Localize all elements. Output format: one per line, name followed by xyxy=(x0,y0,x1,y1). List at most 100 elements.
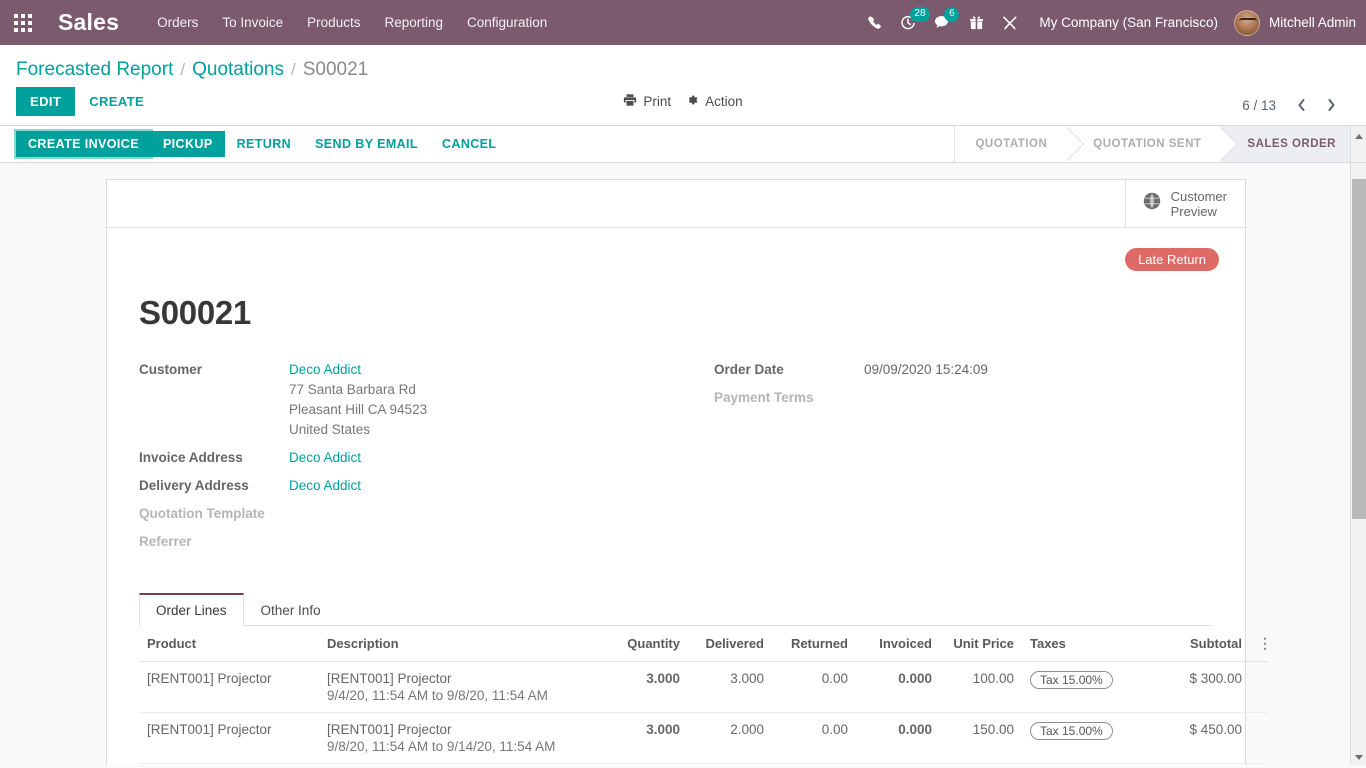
vertical-scrollbar[interactable] xyxy=(1350,163,1366,765)
messages-icon[interactable]: 6 xyxy=(925,0,959,45)
field-delivery-address-value: Deco Addict xyxy=(289,476,361,496)
cell-taxes: Tax 15.00% xyxy=(1022,713,1152,764)
pager-next-button[interactable] xyxy=(1318,92,1344,118)
field-referrer: Referrer xyxy=(139,532,676,552)
stage-quotation[interactable]: QUOTATION xyxy=(954,126,1067,162)
cell-quantity: 3.000 xyxy=(604,713,688,764)
activity-clock-icon[interactable]: 28 xyxy=(891,0,925,45)
menu-reporting[interactable]: Reporting xyxy=(372,0,455,45)
breadcrumb-separator-1: / xyxy=(180,60,185,80)
user-menu[interactable]: Mitchell Admin xyxy=(1230,10,1356,36)
create-button[interactable]: CREATE xyxy=(75,87,158,116)
field-invoice-address-value: Deco Addict xyxy=(289,448,361,468)
menu-to-invoice[interactable]: To Invoice xyxy=(210,0,295,45)
cell-invoiced: 0.000 xyxy=(856,662,940,713)
field-order-date: Order Date 09/09/2020 15:24:09 xyxy=(714,360,1213,380)
cell-optional xyxy=(1250,764,1268,766)
customer-preview-button[interactable]: Customer Preview xyxy=(1125,180,1245,227)
cell-product: [FURN_7777] Office Chair xyxy=(139,764,319,766)
apps-grid-icon xyxy=(14,14,32,32)
stage-quotation-sent[interactable]: QUOTATION SENT xyxy=(1067,126,1221,162)
tools-icon[interactable] xyxy=(993,0,1027,45)
pager-previous-button[interactable] xyxy=(1288,92,1314,118)
field-referrer-label: Referrer xyxy=(139,532,289,552)
menu-orders[interactable]: Orders xyxy=(145,0,210,45)
workflow-buttons: CREATE INVOICE PICKUP RETURN SEND BY EMA… xyxy=(0,126,508,162)
field-invoice-address-label: Invoice Address xyxy=(139,448,289,468)
apps-menu-toggle[interactable] xyxy=(0,0,46,45)
stage-sales-order[interactable]: SALES ORDER xyxy=(1221,126,1366,162)
breadcrumb-current: S00021 xyxy=(303,59,369,81)
column-header-invoiced[interactable]: Invoiced xyxy=(856,626,940,662)
form-groups: Customer Deco Addict 77 Santa Barbara Rd… xyxy=(139,360,1213,560)
delivery-address-link[interactable]: Deco Addict xyxy=(289,478,361,493)
cell-returned: 0.00 xyxy=(772,662,856,713)
cell-delivered: 2.000 xyxy=(688,713,772,764)
pager: 6 / 13 xyxy=(1242,92,1344,118)
cell-product: [RENT001] Projector xyxy=(139,662,319,713)
column-header-taxes[interactable]: Taxes xyxy=(1022,626,1152,662)
column-header-returned[interactable]: Returned xyxy=(772,626,856,662)
action-button[interactable]: Action xyxy=(685,93,743,110)
app-brand-sales[interactable]: Sales xyxy=(58,9,119,36)
edit-button[interactable]: EDIT xyxy=(16,87,75,116)
control-panel: Forecasted Report / Quotations / S00021 … xyxy=(0,45,1366,126)
print-button[interactable]: Print xyxy=(623,93,671,110)
cell-product: [RENT001] Projector xyxy=(139,713,319,764)
menu-configuration[interactable]: Configuration xyxy=(455,0,559,45)
optional-columns-icon[interactable]: ⋮ xyxy=(1250,626,1268,662)
table-row[interactable]: [RENT001] Projector [RENT001] Projector … xyxy=(139,713,1268,764)
pickup-button[interactable]: PICKUP xyxy=(151,131,225,157)
messages-badge-count: 6 xyxy=(944,7,959,22)
cell-subtotal: $ 140.00 xyxy=(1152,764,1250,766)
cancel-button[interactable]: CANCEL xyxy=(430,131,508,157)
scrollbar-thumb[interactable] xyxy=(1352,179,1366,519)
gift-icon[interactable] xyxy=(959,0,993,45)
field-customer: Customer Deco Addict 77 Santa Barbara Rd… xyxy=(139,360,676,440)
status-bar: CREATE INVOICE PICKUP RETURN SEND BY EMA… xyxy=(0,126,1366,163)
create-invoice-button[interactable]: CREATE INVOICE xyxy=(16,131,151,157)
tab-other-info[interactable]: Other Info xyxy=(244,593,338,626)
return-button[interactable]: RETURN xyxy=(225,131,303,157)
table-row[interactable]: [FURN_7777] Office Chair [FURN_7777] Off… xyxy=(139,764,1268,766)
breadcrumb-quotations[interactable]: Quotations xyxy=(192,59,284,81)
tax-badge: Tax 15.00% xyxy=(1030,671,1113,689)
sheet-background: Customer Preview Late Return S00021 Cust… xyxy=(0,163,1366,765)
column-header-unit-price[interactable]: Unit Price xyxy=(940,626,1022,662)
order-lines-table: Product Description Quantity Delivered R… xyxy=(139,626,1268,765)
action-label: Action xyxy=(705,94,743,109)
cell-quantity: 3.000 xyxy=(604,662,688,713)
cell-description-main: [RENT001] Projector xyxy=(327,671,596,686)
scroll-down-arrow[interactable] xyxy=(1351,749,1366,765)
column-header-quantity[interactable]: Quantity xyxy=(604,626,688,662)
cell-optional xyxy=(1250,713,1268,764)
printer-icon xyxy=(623,93,637,110)
menu-products[interactable]: Products xyxy=(295,0,372,45)
tab-order-lines[interactable]: Order Lines xyxy=(139,593,244,626)
scrollbar-top-stub xyxy=(1350,126,1366,162)
field-order-date-value[interactable]: 09/09/2020 15:24:09 xyxy=(864,360,988,380)
column-header-description[interactable]: Description xyxy=(319,626,604,662)
column-header-subtotal[interactable]: Subtotal xyxy=(1152,626,1250,662)
customer-address-line-2: Pleasant Hill CA 94523 xyxy=(289,400,427,420)
company-selector[interactable]: My Company (San Francisco) xyxy=(1027,15,1230,30)
cell-quantity: 2.000 xyxy=(604,764,688,766)
phone-icon[interactable] xyxy=(857,0,891,45)
send-by-email-button[interactable]: SEND BY EMAIL xyxy=(303,131,430,157)
customer-link[interactable]: Deco Addict xyxy=(289,362,361,377)
sheet-body: Late Return S00021 Customer Deco Addict … xyxy=(107,228,1245,765)
print-label: Print xyxy=(643,94,671,109)
field-payment-terms: Payment Terms xyxy=(714,388,1213,408)
invoice-address-link[interactable]: Deco Addict xyxy=(289,450,361,465)
column-header-delivered[interactable]: Delivered xyxy=(688,626,772,662)
cell-description: [RENT001] Projector 9/8/20, 11:54 AM to … xyxy=(319,713,604,764)
scroll-up-arrow[interactable] xyxy=(1351,128,1366,144)
table-header-row: Product Description Quantity Delivered R… xyxy=(139,626,1268,662)
gear-icon xyxy=(685,93,699,110)
column-header-product[interactable]: Product xyxy=(139,626,319,662)
top-navbar: Sales Orders To Invoice Products Reporti… xyxy=(0,0,1366,45)
cell-unit-price: 70.00 xyxy=(940,764,1022,766)
cell-description-period: 9/4/20, 11:54 AM to 9/8/20, 11:54 AM xyxy=(327,688,596,703)
breadcrumb-forecasted-report[interactable]: Forecasted Report xyxy=(16,59,173,81)
table-row[interactable]: [RENT001] Projector [RENT001] Projector … xyxy=(139,662,1268,713)
